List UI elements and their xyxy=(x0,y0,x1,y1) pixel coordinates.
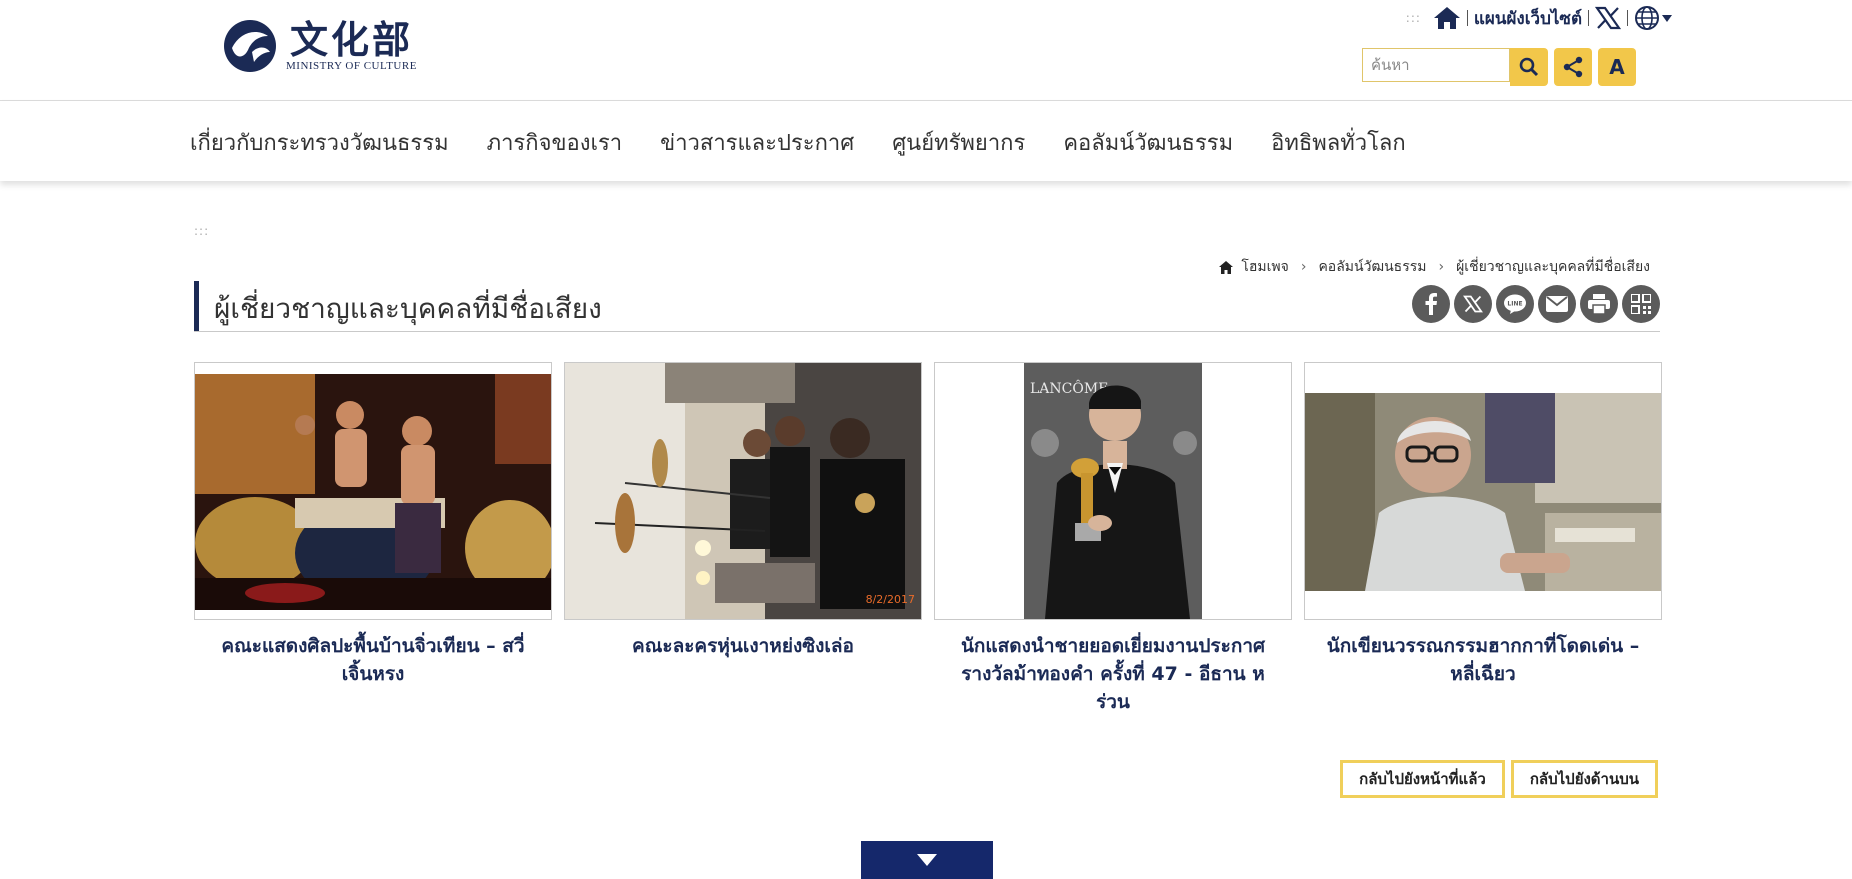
x-icon[interactable] xyxy=(1595,6,1621,30)
line-icon[interactable]: LINE xyxy=(1496,285,1534,323)
search-button[interactable] xyxy=(1510,48,1548,86)
nav-item-global-influence[interactable]: อิทธิพลทั่วโลก xyxy=(1271,125,1406,160)
breadcrumb-culture-column[interactable]: คอลัมน์วัฒนธรรม xyxy=(1318,256,1426,278)
ministry-logo[interactable]: 文化部 MINISTRY OF CULTURE xyxy=(222,18,417,74)
card-caption[interactable]: นักเขียนวรรณกรรมฮากกาที่โดดเด่น – หลี่เฉ… xyxy=(1304,632,1662,688)
email-icon[interactable] xyxy=(1538,285,1576,323)
person-card[interactable]: 8/2/2017 คณะละครหุ่นเงาหย่งซิงเล่อ xyxy=(564,362,922,716)
title-accent-bar xyxy=(194,281,199,331)
caret-down-icon xyxy=(917,854,937,866)
sitemap-link[interactable]: แผนผังเว็บไซต์ xyxy=(1474,5,1582,32)
share-button[interactable] xyxy=(1554,48,1592,86)
nav-item-culture-column[interactable]: คอลัมน์วัฒนธรรม xyxy=(1063,125,1233,160)
breadcrumb-home[interactable]: โฮมเพจ xyxy=(1241,256,1289,278)
accesskey-top[interactable]: ::: xyxy=(1406,11,1421,25)
back-to-top-button[interactable]: กลับไปยังด้านบน xyxy=(1510,760,1658,798)
search-icon xyxy=(1519,57,1539,77)
nav-item-mission[interactable]: ภารกิจของเรา xyxy=(487,125,623,160)
back-to-previous-button[interactable]: กลับไปยังหน้าที่แล้ว xyxy=(1340,760,1505,798)
person-card-grid: คณะแสดงศิลปะพื้นบ้านจิ่วเทียน – สวี่เจิ้… xyxy=(194,362,1662,716)
site-header: 文化部 MINISTRY OF CULTURE ::: แผนผังเว็บไซ… xyxy=(0,0,1852,101)
card-caption[interactable]: คณะแสดงศิลปะพื้นบ้านจิ่วเทียน – สวี่เจิ้… xyxy=(194,632,552,688)
logo-cjk-text: 文化部 xyxy=(289,17,413,62)
print-icon[interactable] xyxy=(1580,285,1618,323)
separator xyxy=(1627,10,1628,26)
page-title-bar: ผู้เชี่ยวชาญและบุคคลที่มีชื่อเสียง LINE xyxy=(194,281,1660,332)
nav-item-resources[interactable]: ศูนย์ทรัพยากร xyxy=(892,125,1025,160)
card-photo-drummers[interactable] xyxy=(194,362,552,620)
breadcrumb: โฮมเพจ › คอลัมน์วัฒนธรรม › ผู้เชี่ยวชาญแ… xyxy=(1219,256,1650,278)
main-navigation: เกี่ยวกับกระทรวงวัฒนธรรม ภารกิจของเรา ข่… xyxy=(0,101,1852,181)
breadcrumb-current: ผู้เชี่ยวชาญและบุคคลที่มีชื่อเสียง xyxy=(1456,259,1650,275)
font-size-button[interactable]: A xyxy=(1598,48,1636,86)
back-buttons: กลับไปยังหน้าที่แล้ว กลับไปยังด้านบน xyxy=(1340,760,1658,798)
person-card[interactable]: คณะแสดงศิลปะพื้นบ้านจิ่วเทียน – สวี่เจิ้… xyxy=(194,362,552,716)
card-photo-actor-trophy[interactable]: LANCÔME xyxy=(934,362,1292,620)
card-caption[interactable]: นักแสดงนำชายยอดเยี่ยมงานประกาศรางวัลม้าท… xyxy=(934,632,1292,716)
card-photo-shadow-puppets[interactable]: 8/2/2017 xyxy=(564,362,922,620)
home-icon[interactable] xyxy=(1433,6,1461,30)
page-title: ผู้เชี่ยวชาญและบุคคลที่มีชื่อเสียง xyxy=(214,292,602,325)
x-icon[interactable] xyxy=(1454,285,1492,323)
search-area: A xyxy=(1362,48,1636,86)
footer-expand-button[interactable] xyxy=(861,841,993,879)
nav-item-about[interactable]: เกี่ยวกับกระทรวงวัฒนธรรม xyxy=(190,125,449,160)
home-icon[interactable] xyxy=(1219,260,1234,274)
share-icon xyxy=(1563,56,1583,78)
svg-text:LINE: LINE xyxy=(1507,301,1522,308)
logo-en-text: MINISTRY OF CULTURE xyxy=(286,60,417,72)
separator xyxy=(1466,10,1468,26)
globe-icon[interactable] xyxy=(1634,4,1676,32)
social-share-row: LINE xyxy=(1412,285,1660,323)
person-card[interactable]: นักเขียนวรรณกรรมฮากกาที่โดดเด่น – หลี่เฉ… xyxy=(1304,362,1662,716)
chevron-right-icon: › xyxy=(1300,259,1307,275)
facebook-icon[interactable] xyxy=(1412,285,1450,323)
card-photo-writer[interactable] xyxy=(1304,362,1662,620)
photo-date-stamp: 8/2/2017 xyxy=(866,593,915,606)
person-card[interactable]: LANCÔME นักแสดงนำชายยอดเยี่ยมงานประกาศรา… xyxy=(934,362,1292,716)
chevron-right-icon: › xyxy=(1438,259,1445,275)
nav-item-news[interactable]: ข่าวสารและประกาศ xyxy=(660,125,854,160)
accesskey-content[interactable]: ::: xyxy=(194,224,209,238)
search-input[interactable] xyxy=(1362,48,1510,82)
top-utility-bar: ::: แผนผังเว็บไซต์ xyxy=(1406,4,1676,32)
logo-emblem-icon xyxy=(224,20,276,72)
qrcode-icon[interactable] xyxy=(1622,285,1660,323)
card-caption[interactable]: คณะละครหุ่นเงาหย่งซิงเล่อ xyxy=(564,632,922,660)
separator xyxy=(1588,10,1589,26)
